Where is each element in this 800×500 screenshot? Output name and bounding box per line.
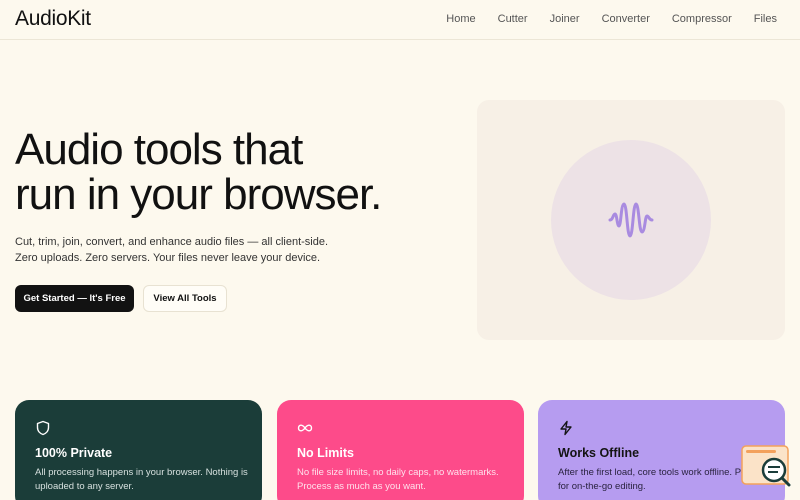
search-chat-icon[interactable] bbox=[741, 444, 791, 488]
nav-cutter[interactable]: Cutter bbox=[498, 13, 528, 25]
lightning-icon bbox=[560, 420, 572, 436]
nav-joiner[interactable]: Joiner bbox=[550, 13, 580, 25]
feature-card-private: 100% Private All processing happens in y… bbox=[15, 400, 262, 500]
feature-title: Works Offline bbox=[558, 446, 640, 460]
hero-title-line1: Audio tools that bbox=[15, 125, 303, 174]
hero-subtitle: Cut, trim, join, convert, and enhance au… bbox=[15, 234, 435, 266]
visual-circle bbox=[551, 140, 711, 300]
nav-home[interactable]: Home bbox=[446, 13, 475, 25]
feature-desc: All processing happens in your browser. … bbox=[35, 467, 248, 492]
view-all-tools-button[interactable]: View All Tools bbox=[143, 285, 227, 312]
feature-title: 100% Private bbox=[35, 446, 113, 460]
feature-desc: No file size limits, no daily caps, no w… bbox=[297, 467, 499, 492]
nav-files[interactable]: Files bbox=[754, 13, 777, 25]
hero-title-line2: run in your browser. bbox=[15, 170, 382, 219]
nav-converter[interactable]: Converter bbox=[602, 13, 650, 25]
hero-subtitle-line2: Zero uploads. Zero servers. Your files n… bbox=[15, 252, 321, 264]
site-header: AudioKit Home Cutter Joiner Converter Co… bbox=[0, 0, 800, 40]
hero-visual bbox=[477, 100, 785, 340]
hero-title: Audio tools that run in your browser. bbox=[15, 127, 475, 217]
main-nav: Home Cutter Joiner Converter Compressor … bbox=[424, 13, 777, 25]
infinity-icon bbox=[297, 424, 313, 432]
hero-subtitle-line1: Cut, trim, join, convert, and enhance au… bbox=[15, 236, 329, 248]
nav-compressor[interactable]: Compressor bbox=[672, 13, 732, 25]
logo[interactable]: AudioKit bbox=[15, 7, 91, 31]
feature-title: No Limits bbox=[297, 446, 354, 460]
get-started-button[interactable]: Get Started — It's Free bbox=[15, 285, 134, 312]
feature-card-no-limits: No Limits No file size limits, no daily … bbox=[277, 400, 524, 500]
audio-wave-icon bbox=[608, 202, 654, 238]
shield-icon bbox=[36, 420, 50, 436]
